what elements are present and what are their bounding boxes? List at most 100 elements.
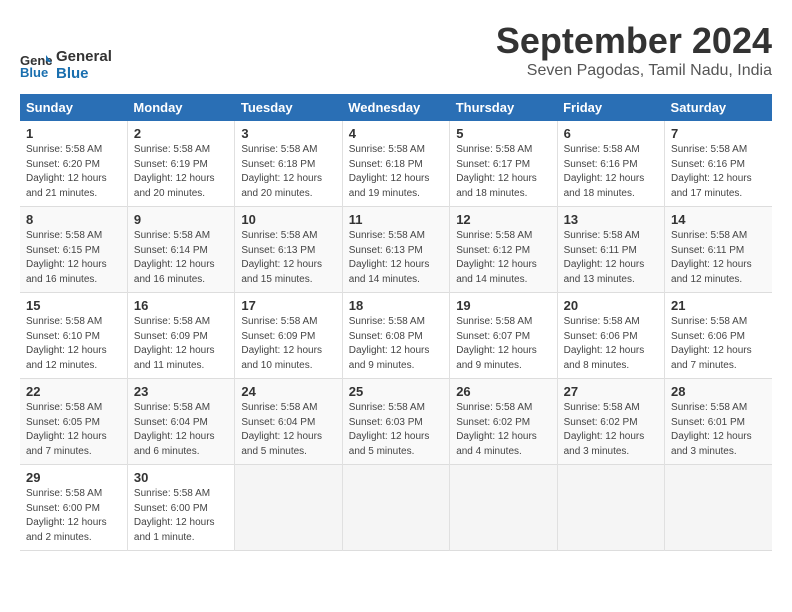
day-details: Sunrise: 5:58 AM Sunset: 6:06 PM Dayligh… [671,315,766,373]
day-number: 13 [564,212,658,227]
calendar-cell: 26 Sunrise: 5:58 AM Sunset: 6:02 PM Dayli… [450,379,557,465]
logo-blue: Blue [56,65,112,82]
day-number: 20 [564,298,658,313]
day-number: 22 [26,384,121,399]
col-wednesday: Wednesday [342,94,449,121]
calendar-cell: 20 Sunrise: 5:58 AM Sunset: 6:06 PM Dayli… [557,293,664,379]
calendar-cell: 15 Sunrise: 5:58 AM Sunset: 6:10 PM Dayli… [20,293,127,379]
day-number: 18 [349,298,443,313]
day-details: Sunrise: 5:58 AM Sunset: 6:08 PM Dayligh… [349,315,443,373]
svg-text:Blue: Blue [20,65,48,79]
day-details: Sunrise: 5:58 AM Sunset: 6:06 PM Dayligh… [564,315,658,373]
calendar-cell [342,465,449,551]
day-details: Sunrise: 5:58 AM Sunset: 6:00 PM Dayligh… [26,487,121,545]
day-number: 7 [671,126,766,141]
location-title: Seven Pagodas, Tamil Nadu, India [496,62,772,80]
day-number: 10 [241,212,335,227]
day-details: Sunrise: 5:58 AM Sunset: 6:10 PM Dayligh… [26,315,121,373]
day-number: 29 [26,470,121,485]
day-details: Sunrise: 5:58 AM Sunset: 6:02 PM Dayligh… [456,401,550,459]
calendar-cell [235,465,342,551]
col-thursday: Thursday [450,94,557,121]
day-details: Sunrise: 5:58 AM Sunset: 6:11 PM Dayligh… [671,229,766,287]
col-tuesday: Tuesday [235,94,342,121]
day-details: Sunrise: 5:58 AM Sunset: 6:09 PM Dayligh… [241,315,335,373]
day-details: Sunrise: 5:58 AM Sunset: 6:05 PM Dayligh… [26,401,121,459]
logo-general: General [56,48,112,65]
day-details: Sunrise: 5:58 AM Sunset: 6:13 PM Dayligh… [349,229,443,287]
day-number: 1 [26,126,121,141]
calendar-cell: 27 Sunrise: 5:58 AM Sunset: 6:02 PM Dayli… [557,379,664,465]
calendar-cell: 4 Sunrise: 5:58 AM Sunset: 6:18 PM Daylig… [342,121,449,207]
calendar-cell: 23Sunrise: 5:58 AM Sunset: 6:04 PM Dayli… [127,379,234,465]
calendar-cell [450,465,557,551]
day-number: 30 [134,470,228,485]
calendar-cell: 5 Sunrise: 5:58 AM Sunset: 6:17 PM Daylig… [450,121,557,207]
calendar-cell: 7 Sunrise: 5:58 AM Sunset: 6:16 PM Daylig… [665,121,772,207]
day-details: Sunrise: 5:58 AM Sunset: 6:18 PM Dayligh… [349,143,443,201]
col-friday: Friday [557,94,664,121]
day-details: Sunrise: 5:58 AM Sunset: 6:14 PM Dayligh… [134,229,228,287]
day-details: Sunrise: 5:58 AM Sunset: 6:04 PM Dayligh… [241,401,335,459]
day-number: 28 [671,384,766,399]
calendar-week-0: 1 Sunrise: 5:58 AM Sunset: 6:20 PM Daylig… [20,121,772,207]
title-section: September 2024 Seven Pagodas, Tamil Nadu… [496,20,772,80]
calendar-cell: 8 Sunrise: 5:58 AM Sunset: 6:15 PM Daylig… [20,207,127,293]
calendar-cell: 18 Sunrise: 5:58 AM Sunset: 6:08 PM Dayli… [342,293,449,379]
calendar-week-4: 29 Sunrise: 5:58 AM Sunset: 6:00 PM Dayli… [20,465,772,551]
calendar-week-1: 8 Sunrise: 5:58 AM Sunset: 6:15 PM Daylig… [20,207,772,293]
month-title: September 2024 [496,20,772,62]
calendar-cell: 13 Sunrise: 5:58 AM Sunset: 6:11 PM Dayli… [557,207,664,293]
calendar-cell: 9 Sunrise: 5:58 AM Sunset: 6:14 PM Daylig… [127,207,234,293]
day-number: 6 [564,126,658,141]
day-number: 17 [241,298,335,313]
day-details: Sunrise: 5:58 AM Sunset: 6:01 PM Dayligh… [671,401,766,459]
day-number: 5 [456,126,550,141]
day-number: 25 [349,384,443,399]
calendar-cell: 16Sunrise: 5:58 AM Sunset: 6:09 PM Dayli… [127,293,234,379]
calendar-cell: 24 Sunrise: 5:58 AM Sunset: 6:04 PM Dayli… [235,379,342,465]
calendar-cell: 25 Sunrise: 5:58 AM Sunset: 6:03 PM Dayli… [342,379,449,465]
calendar-cell: 28 Sunrise: 5:58 AM Sunset: 6:01 PM Dayli… [665,379,772,465]
col-monday: Monday [127,94,234,121]
calendar-cell: 17 Sunrise: 5:58 AM Sunset: 6:09 PM Dayli… [235,293,342,379]
day-details: Sunrise: 5:58 AM Sunset: 6:02 PM Dayligh… [564,401,658,459]
day-number: 26 [456,384,550,399]
day-details: Sunrise: 5:58 AM Sunset: 6:17 PM Dayligh… [456,143,550,201]
day-number: 9 [134,212,228,227]
day-number: 4 [349,126,443,141]
col-sunday: Sunday [20,94,127,121]
calendar-cell: 3Sunrise: 5:58 AM Sunset: 6:18 PM Daylig… [235,121,342,207]
day-number: 3 [241,126,335,141]
calendar-cell: 21Sunrise: 5:58 AM Sunset: 6:06 PM Dayli… [665,293,772,379]
calendar-cell: 1 Sunrise: 5:58 AM Sunset: 6:20 PM Daylig… [20,121,127,207]
day-details: Sunrise: 5:58 AM Sunset: 6:15 PM Dayligh… [26,229,121,287]
calendar-cell: 30 Sunrise: 5:58 AM Sunset: 6:00 PM Dayli… [127,465,234,551]
day-details: Sunrise: 5:58 AM Sunset: 6:09 PM Dayligh… [134,315,228,373]
day-number: 8 [26,212,121,227]
day-number: 23 [134,384,228,399]
day-details: Sunrise: 5:58 AM Sunset: 6:03 PM Dayligh… [349,401,443,459]
day-details: Sunrise: 5:58 AM Sunset: 6:20 PM Dayligh… [26,143,121,201]
col-saturday: Saturday [665,94,772,121]
calendar-table: Sunday Monday Tuesday Wednesday Thursday… [20,94,772,551]
day-details: Sunrise: 5:58 AM Sunset: 6:13 PM Dayligh… [241,229,335,287]
calendar-cell: 22 Sunrise: 5:58 AM Sunset: 6:05 PM Dayli… [20,379,127,465]
day-number: 11 [349,212,443,227]
day-details: Sunrise: 5:58 AM Sunset: 6:16 PM Dayligh… [564,143,658,201]
calendar-week-3: 22 Sunrise: 5:58 AM Sunset: 6:05 PM Dayli… [20,379,772,465]
header-row: Sunday Monday Tuesday Wednesday Thursday… [20,94,772,121]
calendar-cell: 11 Sunrise: 5:58 AM Sunset: 6:13 PM Dayli… [342,207,449,293]
day-details: Sunrise: 5:58 AM Sunset: 6:00 PM Dayligh… [134,487,228,545]
day-details: Sunrise: 5:58 AM Sunset: 6:16 PM Dayligh… [671,143,766,201]
day-number: 15 [26,298,121,313]
day-number: 14 [671,212,766,227]
calendar-week-2: 15 Sunrise: 5:58 AM Sunset: 6:10 PM Dayli… [20,293,772,379]
calendar-cell: 14 Sunrise: 5:58 AM Sunset: 6:11 PM Dayli… [665,207,772,293]
day-number: 24 [241,384,335,399]
calendar-cell [557,465,664,551]
calendar-cell: 10 Sunrise: 5:58 AM Sunset: 6:13 PM Dayli… [235,207,342,293]
day-number: 27 [564,384,658,399]
day-details: Sunrise: 5:58 AM Sunset: 6:11 PM Dayligh… [564,229,658,287]
calendar-cell: 19Sunrise: 5:58 AM Sunset: 6:07 PM Dayli… [450,293,557,379]
